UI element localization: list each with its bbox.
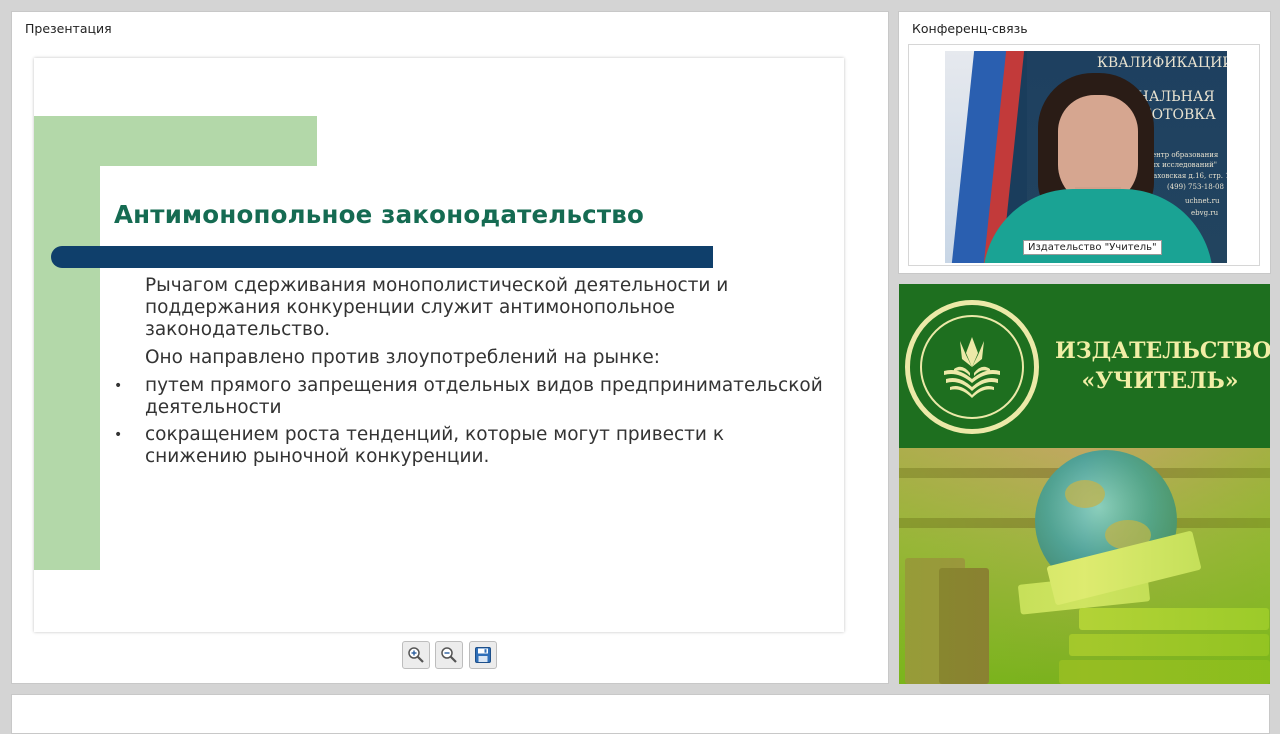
- presentation-panel-title: Презентация: [25, 21, 112, 36]
- publisher-banner[interactable]: ИЗДАТЕЛЬСТВО «УЧИТЕЛЬ»: [899, 284, 1270, 684]
- green-overlay: [899, 448, 1270, 684]
- bottom-panel: [11, 694, 1270, 734]
- book-logo-icon: [944, 337, 1000, 398]
- slide-decor-bar: [34, 116, 100, 570]
- slide: Антимонопольное законодательство Рычагом…: [34, 58, 844, 632]
- slide-bullet-item: • путем прямого запрещения отдельных вид…: [114, 375, 825, 419]
- save-icon: [475, 647, 491, 663]
- video-frame[interactable]: КВАЛИФИКАЦИИ ИОНАЛЬНАЯ ДГОТОВКА ый центр…: [908, 44, 1260, 266]
- slide-bullet-list: • путем прямого запрещения отдельных вид…: [114, 375, 825, 468]
- slide-title: Антимонопольное законодательство: [114, 200, 644, 229]
- slide-bullet-text: сокращением роста тенденций, которые мог…: [145, 424, 725, 467]
- slide-bullet-text: путем прямого запрещения отдельных видов…: [145, 375, 823, 418]
- participant-name-label: Издательство "Учитель": [1023, 240, 1162, 255]
- conference-panel: Конференц-связь КВАЛИФИКАЦИИ ИОНАЛЬНАЯ Д…: [898, 11, 1271, 274]
- slide-bullet-item: • сокращением роста тенденций, которые м…: [114, 424, 825, 468]
- poster-text: (499) 753-18-08: [1167, 183, 1224, 191]
- bullet-icon: •: [114, 378, 123, 394]
- publisher-name: ИЗДАТЕЛЬСТВО «УЧИТЕЛЬ»: [1055, 336, 1270, 396]
- save-button[interactable]: [469, 641, 497, 669]
- books-globe-photo: [899, 448, 1270, 684]
- conference-panel-title: Конференц-связь: [912, 21, 1028, 36]
- slide-body: Рычагом сдерживания монополистической де…: [114, 275, 825, 473]
- poster-text: КВАЛИФИКАЦИИ: [1097, 55, 1227, 71]
- publisher-name-line2: «УЧИТЕЛЬ»: [1081, 368, 1239, 394]
- poster-text: uchnet.ru: [1185, 197, 1220, 205]
- zoom-in-icon: [408, 647, 424, 663]
- publisher-logo-ring: [920, 315, 1024, 419]
- presentation-panel: Презентация Антимонопольное законодатель…: [11, 11, 889, 684]
- slide-paragraph: Оно направлено против злоупотреблений на…: [145, 347, 661, 368]
- poster-text: ebvg.ru: [1191, 209, 1219, 217]
- zoom-in-button[interactable]: [402, 641, 430, 669]
- banner-header: ИЗДАТЕЛЬСТВО «УЧИТЕЛЬ»: [899, 284, 1270, 448]
- bullet-icon: •: [114, 427, 123, 443]
- slide-title-rule: [51, 246, 713, 268]
- zoom-out-icon: [441, 647, 457, 663]
- zoom-out-button[interactable]: [435, 641, 463, 669]
- publisher-logo: [905, 300, 1039, 434]
- publisher-name-line1: ИЗДАТЕЛЬСТВО: [1055, 338, 1270, 364]
- webcam-feed: КВАЛИФИКАЦИИ ИОНАЛЬНАЯ ДГОТОВКА ый центр…: [945, 51, 1227, 263]
- slide-paragraph: Рычагом сдерживания монополистической де…: [145, 275, 729, 340]
